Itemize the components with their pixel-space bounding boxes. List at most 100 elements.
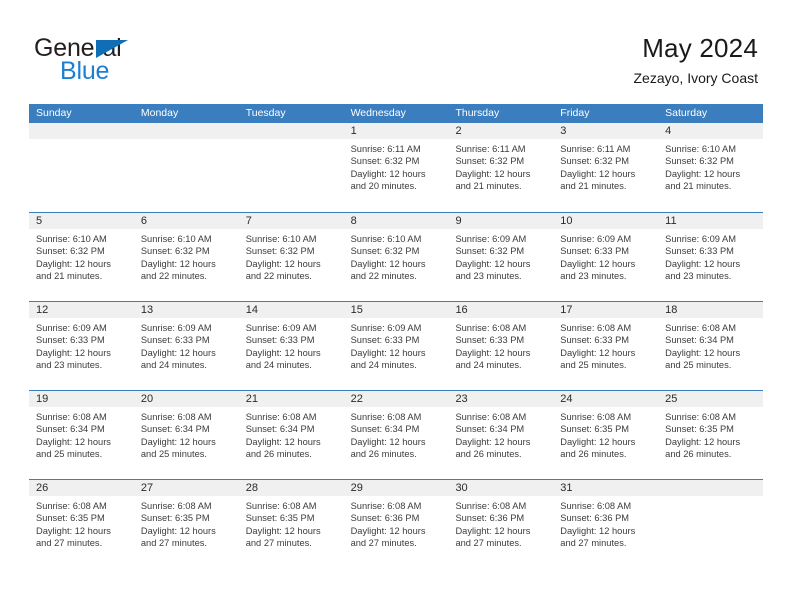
day-number: 24: [553, 391, 659, 407]
day-cell[interactable]: 2 Sunrise: 6:11 AM Sunset: 6:32 PM Daylight…: [448, 123, 554, 212]
sunrise-text: Sunrise: 6:09 AM: [665, 234, 736, 244]
daylight-text-line2: and 26 minutes.: [560, 448, 627, 459]
sunrise-text: Sunrise: 6:09 AM: [245, 323, 317, 333]
day-number: 3: [553, 123, 659, 139]
day-number: [29, 123, 134, 139]
day-cell[interactable]: 21 Sunrise: 6:08 AM Sunset: 6:34 PM Dayligh…: [238, 391, 344, 479]
day-cell[interactable]: 10 Sunrise: 6:09 AM Sunset: 6:33 PM Dayligh…: [553, 213, 659, 301]
sunset-text: Sunset: 6:34 PM: [36, 424, 105, 435]
day-cell[interactable]: 1 Sunrise: 6:11 AM Sunset: 6:32 PM Daylight…: [343, 123, 449, 212]
day-cell[interactable]: 26 Sunrise: 6:08 AM Sunset: 6:35 PM Dayligh…: [29, 480, 134, 568]
daylight-text-line1: Daylight: 12 hours: [665, 436, 741, 447]
day-cell[interactable]: 30 Sunrise: 6:08 AM Sunset: 6:36 PM Dayligh…: [448, 480, 554, 568]
sunset-text: Sunset: 6:35 PM: [140, 513, 210, 524]
day-cell[interactable]: 4 Sunrise: 6:10 AM Sunset: 6:32 PM Daylight…: [658, 123, 764, 212]
day-cell[interactable]: 3 Sunrise: 6:11 AM Sunset: 6:32 PM Daylight…: [553, 123, 659, 212]
day-number: 7: [238, 213, 344, 229]
day-number: 2: [448, 123, 554, 139]
sunset-text: Sunset: 6:36 PM: [350, 513, 420, 524]
day-cell[interactable]: 16 Sunrise: 6:08 AM Sunset: 6:33 PM Dayligh…: [448, 302, 554, 390]
sunset-text: Sunset: 6:35 PM: [36, 513, 105, 524]
calendar-page: General Blue May 2024 Zezayo, Ivory Coas…: [0, 0, 792, 612]
daylight-text-line2: and 22 minutes.: [140, 270, 208, 281]
sunset-text: Sunset: 6:33 PM: [560, 246, 630, 257]
day-cell[interactable]: 18 Sunrise: 6:08 AM Sunset: 6:34 PM Dayligh…: [658, 302, 764, 390]
day-cell[interactable]: 5 Sunrise: 6:10 AM Sunset: 6:32 PM Daylight…: [29, 213, 134, 301]
sunset-text: Sunset: 6:35 PM: [665, 424, 734, 435]
day-number: 16: [448, 302, 554, 318]
day-cell[interactable]: 15 Sunrise: 6:09 AM Sunset: 6:33 PM Dayligh…: [343, 302, 449, 390]
sunset-text: Sunset: 6:32 PM: [455, 246, 525, 257]
daylight-text-line2: and 27 minutes.: [455, 537, 522, 548]
day-number: 13: [133, 302, 239, 318]
daylight-text-line1: Daylight: 12 hours: [245, 525, 321, 536]
day-number: 5: [29, 213, 134, 229]
week-row: 12 Sunrise: 6:09 AM Sunset: 6:33 PM Dayligh…: [29, 301, 764, 390]
day-number: 19: [29, 391, 134, 407]
day-cell[interactable]: 11 Sunrise: 6:09 AM Sunset: 6:33 PM Dayligh…: [658, 213, 764, 301]
day-cell[interactable]: 28 Sunrise: 6:08 AM Sunset: 6:35 PM Dayligh…: [238, 480, 344, 568]
sunrise-text: Sunrise: 6:08 AM: [350, 501, 422, 511]
day-number: 29: [343, 480, 449, 496]
daylight-text-line2: and 23 minutes.: [665, 270, 732, 281]
day-cell[interactable]: 17 Sunrise: 6:08 AM Sunset: 6:33 PM Dayligh…: [553, 302, 659, 390]
page-header: General Blue May 2024 Zezayo, Ivory Coas…: [0, 0, 792, 100]
day-details: Sunrise: 6:09 AM Sunset: 6:33 PM Daylight:…: [658, 229, 763, 282]
day-number: 25: [658, 391, 764, 407]
day-cell[interactable]: 23 Sunrise: 6:08 AM Sunset: 6:34 PM Dayligh…: [448, 391, 554, 479]
day-details: Sunrise: 6:08 AM Sunset: 6:34 PM Daylight:…: [658, 318, 763, 371]
day-details: Sunrise: 6:08 AM Sunset: 6:35 PM Daylight:…: [239, 496, 344, 549]
daylight-text-line1: Daylight: 12 hours: [140, 347, 216, 358]
sunset-text: Sunset: 6:32 PM: [350, 156, 420, 167]
day-details: Sunrise: 6:08 AM Sunset: 6:36 PM Daylight:…: [448, 496, 553, 549]
daylight-text-line1: Daylight: 12 hours: [350, 525, 426, 536]
day-cell[interactable]: 27 Sunrise: 6:08 AM Sunset: 6:35 PM Dayligh…: [133, 480, 239, 568]
day-cell[interactable]: 13 Sunrise: 6:09 AM Sunset: 6:33 PM Dayligh…: [133, 302, 239, 390]
day-details: Sunrise: 6:08 AM Sunset: 6:33 PM Daylight:…: [448, 318, 553, 371]
page-subtitle: Zezayo, Ivory Coast: [633, 70, 759, 86]
day-cell[interactable]: 7 Sunrise: 6:10 AM Sunset: 6:32 PM Daylight…: [238, 213, 344, 301]
daylight-text-line1: Daylight: 12 hours: [245, 347, 321, 358]
daylight-text-line1: Daylight: 12 hours: [245, 436, 321, 447]
calendar-weeks: 1 Sunrise: 6:11 AM Sunset: 6:32 PM Daylight…: [29, 123, 764, 568]
day-details: Sunrise: 6:09 AM Sunset: 6:33 PM Daylight:…: [134, 318, 239, 371]
day-cell[interactable]: 19 Sunrise: 6:08 AM Sunset: 6:34 PM Dayligh…: [29, 391, 134, 479]
day-details: Sunrise: 6:10 AM Sunset: 6:32 PM Daylight:…: [239, 229, 344, 282]
daylight-text-line1: Daylight: 12 hours: [350, 168, 426, 179]
daylight-text-line2: and 27 minutes.: [350, 537, 417, 548]
sunrise-text: Sunrise: 6:08 AM: [245, 412, 317, 422]
day-number: 26: [29, 480, 134, 496]
day-number: 6: [133, 213, 239, 229]
day-details: Sunrise: 6:08 AM Sunset: 6:36 PM Daylight:…: [344, 496, 449, 549]
daylight-text-line1: Daylight: 12 hours: [560, 525, 636, 536]
day-cell[interactable]: 8 Sunrise: 6:10 AM Sunset: 6:32 PM Daylight…: [343, 213, 449, 301]
day-details: Sunrise: 6:08 AM Sunset: 6:35 PM Daylight:…: [553, 407, 658, 460]
daylight-text-line1: Daylight: 12 hours: [36, 436, 111, 447]
day-details: Sunrise: 6:08 AM Sunset: 6:34 PM Daylight:…: [134, 407, 239, 460]
daylight-text-line1: Daylight: 12 hours: [665, 347, 741, 358]
day-cell[interactable]: 14 Sunrise: 6:09 AM Sunset: 6:33 PM Dayligh…: [238, 302, 344, 390]
day-number: 9: [448, 213, 554, 229]
day-cell[interactable]: 25 Sunrise: 6:08 AM Sunset: 6:35 PM Dayligh…: [658, 391, 764, 479]
daylight-text-line1: Daylight: 12 hours: [665, 168, 741, 179]
day-cell[interactable]: 24 Sunrise: 6:08 AM Sunset: 6:35 PM Dayligh…: [553, 391, 659, 479]
day-details: Sunrise: 6:10 AM Sunset: 6:32 PM Daylight:…: [134, 229, 239, 282]
sunset-text: Sunset: 6:32 PM: [140, 246, 210, 257]
daylight-text-line1: Daylight: 12 hours: [140, 258, 216, 269]
day-number: 31: [553, 480, 659, 496]
day-number: 27: [133, 480, 239, 496]
day-number: 18: [658, 302, 764, 318]
day-cell[interactable]: 31 Sunrise: 6:08 AM Sunset: 6:36 PM Dayligh…: [553, 480, 659, 568]
weekday-header-friday: Friday: [560, 107, 590, 119]
daylight-text-line1: Daylight: 12 hours: [140, 436, 216, 447]
day-cell[interactable]: 20 Sunrise: 6:08 AM Sunset: 6:34 PM Dayligh…: [133, 391, 239, 479]
day-cell[interactable]: 6 Sunrise: 6:10 AM Sunset: 6:32 PM Daylight…: [133, 213, 239, 301]
day-cell[interactable]: 12 Sunrise: 6:09 AM Sunset: 6:33 PM Dayligh…: [29, 302, 134, 390]
sunrise-text: Sunrise: 6:09 AM: [350, 323, 422, 333]
weekday-header-thursday: Thursday: [455, 107, 500, 119]
day-cell[interactable]: 9 Sunrise: 6:09 AM Sunset: 6:32 PM Daylight…: [448, 213, 554, 301]
title-block: May 2024 Zezayo, Ivory Coast: [634, 32, 759, 88]
day-cell[interactable]: 22 Sunrise: 6:08 AM Sunset: 6:34 PM Dayligh…: [343, 391, 449, 479]
day-cell[interactable]: 29 Sunrise: 6:08 AM Sunset: 6:36 PM Dayligh…: [343, 480, 449, 568]
sunrise-text: Sunrise: 6:10 AM: [245, 234, 317, 244]
